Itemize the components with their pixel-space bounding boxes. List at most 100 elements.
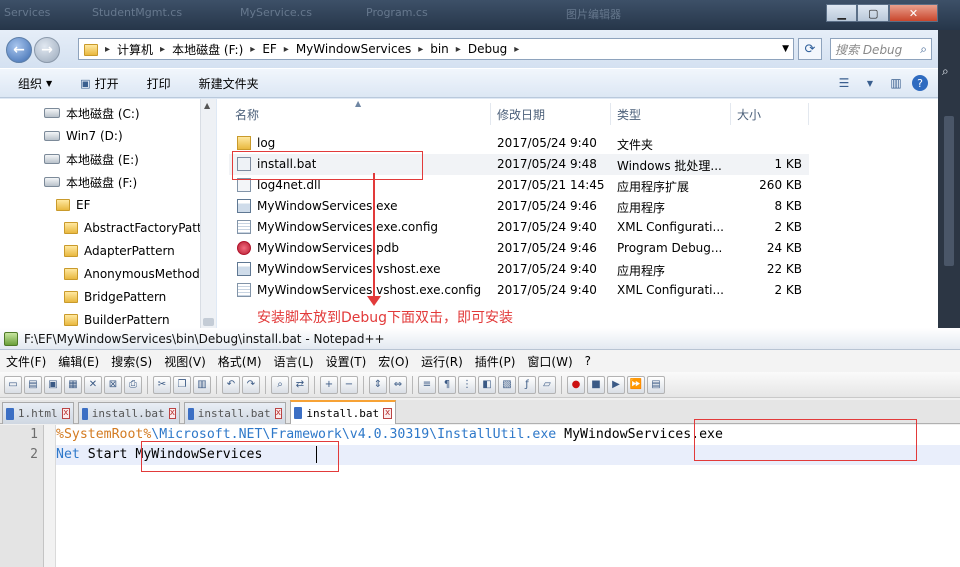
new-file-icon[interactable]: ▭ [4, 375, 22, 394]
view-options-icon[interactable]: ☰ [834, 74, 854, 92]
menu-window[interactable]: 窗口(W) [521, 353, 578, 370]
stop-macro-icon[interactable]: ■ [587, 375, 605, 394]
play-macro-icon[interactable]: ▶ [607, 375, 625, 394]
paste-icon[interactable]: ▥ [193, 375, 211, 394]
zoom-in-icon[interactable]: + [320, 375, 338, 394]
zoom-out-icon[interactable]: − [340, 375, 358, 394]
redo-icon[interactable]: ↷ [242, 375, 260, 394]
breadcrumb-item[interactable]: EF [257, 42, 281, 56]
close-all-icon[interactable]: ⊠ [104, 375, 122, 394]
file-row[interactable]: MyWindowServices.vshost.exe 2017/05/24 9… [229, 259, 809, 280]
address-bar[interactable]: ▸ 计算机 ▸ 本地磁盘 (F:) ▸ EF ▸ MyWindowService… [78, 38, 794, 60]
nav-item[interactable]: 本地磁盘 (F:) [44, 172, 137, 192]
chevron-down-icon[interactable]: ▼ [860, 74, 880, 92]
preview-pane-icon[interactable]: ▥ [886, 74, 906, 92]
language-icon[interactable]: ◧ [478, 375, 496, 394]
help-icon[interactable]: ? [912, 75, 928, 91]
menu-search[interactable]: 搜索(S) [105, 353, 158, 370]
close-file-icon[interactable]: ✕ [84, 375, 102, 394]
file-row[interactable]: MyWindowServices.pdb 2017/05/24 9:46 Pro… [229, 238, 809, 259]
nav-item[interactable]: EF [56, 195, 90, 215]
show-all-chars-icon[interactable]: ¶ [438, 375, 456, 394]
menu-edit[interactable]: 编辑(E) [52, 353, 105, 370]
file-row[interactable]: MyWindowServices.vshost.exe.config 2017/… [229, 280, 809, 301]
cut-icon[interactable]: ✂ [153, 375, 171, 394]
menu-help[interactable]: ? [579, 354, 597, 368]
breadcrumb-item[interactable]: 计算机 [112, 41, 158, 58]
scroll-thumb[interactable] [203, 318, 214, 326]
doc-map-icon[interactable]: ▧ [498, 375, 516, 394]
document-tab[interactable]: 1.html x [2, 402, 74, 424]
menu-file[interactable]: 文件(F) [0, 353, 52, 370]
menu-settings[interactable]: 设置(T) [320, 353, 373, 370]
save-all-icon[interactable]: ▦ [64, 375, 82, 394]
close-tab-icon[interactable]: x [274, 408, 282, 419]
function-list-icon[interactable]: ƒ [518, 375, 536, 394]
sync-vertical-icon[interactable]: ⇕ [369, 375, 387, 394]
chevron-right-icon[interactable]: ▸ [248, 44, 257, 55]
forward-button[interactable]: → [34, 37, 60, 63]
breadcrumb-item[interactable]: bin [425, 42, 454, 56]
column-header-type[interactable]: 类型 [611, 103, 731, 125]
document-tab[interactable]: install.bat x [78, 402, 180, 424]
menu-plugins[interactable]: 插件(P) [469, 353, 522, 370]
nav-item[interactable]: BridgePattern [64, 287, 166, 307]
breadcrumb-item[interactable]: 本地磁盘 (F:) [167, 41, 248, 58]
replace-icon[interactable]: ⇄ [291, 375, 309, 394]
breadcrumb-item[interactable]: Debug [463, 42, 512, 56]
back-button[interactable]: ← [6, 37, 32, 63]
menu-run[interactable]: 运行(R) [415, 353, 469, 370]
menu-language[interactable]: 语言(L) [268, 353, 320, 370]
save-macro-icon[interactable]: ▤ [647, 375, 665, 394]
maximize-button[interactable]: ▢ [857, 4, 889, 22]
close-tab-icon[interactable]: x [61, 408, 70, 419]
nav-item[interactable]: AnonymousMethod [64, 264, 200, 284]
scroll-thumb[interactable] [944, 116, 954, 266]
save-icon[interactable]: ▣ [44, 375, 62, 394]
document-tab[interactable]: install.bat x [184, 402, 286, 424]
organize-button[interactable]: 组织 ▼ [8, 75, 62, 92]
indent-guide-icon[interactable]: ⋮ [458, 375, 476, 394]
nav-item[interactable]: BuilderPattern [64, 310, 170, 328]
nav-item[interactable]: AbstractFactoryPatte [64, 218, 209, 238]
word-wrap-icon[interactable]: ≡ [418, 375, 436, 394]
refresh-button[interactable]: ⟳ [798, 38, 822, 60]
search-input[interactable]: 搜索 Debug ⌕ [830, 38, 932, 60]
play-multiple-icon[interactable]: ⏩ [627, 375, 645, 394]
open-file-icon[interactable]: ▤ [24, 375, 42, 394]
file-row[interactable]: MyWindowServices.exe.config 2017/05/24 9… [229, 217, 809, 238]
menu-macro[interactable]: 宏(O) [372, 353, 415, 370]
breadcrumb-item[interactable]: MyWindowServices [291, 42, 416, 56]
navigation-scrollbar[interactable]: ▲ [200, 99, 216, 328]
background-scrollbar[interactable]: ⌕ [938, 30, 960, 328]
column-header-date[interactable]: 修改日期 [491, 103, 611, 125]
new-folder-button[interactable]: 新建文件夹 [189, 75, 269, 92]
minimize-button[interactable]: ▁ [826, 4, 858, 22]
open-button[interactable]: ▣ 打开 [70, 75, 128, 92]
folder-workspace-icon[interactable]: ▱ [538, 375, 556, 394]
close-tab-icon[interactable]: x [168, 408, 176, 419]
print-icon[interactable]: ⎙ [124, 375, 142, 394]
sync-horizontal-icon[interactable]: ⇔ [389, 375, 407, 394]
column-header-size[interactable]: 大小 [731, 103, 809, 125]
menu-view[interactable]: 视图(V) [158, 353, 212, 370]
scroll-up-icon[interactable]: ▲ [204, 101, 210, 110]
nav-item[interactable]: 本地磁盘 (C:) [44, 103, 140, 123]
print-button[interactable]: 打印 [137, 75, 181, 92]
menu-format[interactable]: 格式(M) [212, 353, 268, 370]
document-tab-active[interactable]: install.bat x [290, 400, 396, 424]
nav-item[interactable]: 本地磁盘 (E:) [44, 149, 139, 169]
nav-item[interactable]: Win7 (D:) [44, 126, 123, 146]
chevron-right-icon[interactable]: ▸ [512, 44, 521, 55]
record-macro-icon[interactable]: ● [567, 375, 585, 394]
nav-item[interactable]: AdapterPattern [64, 241, 175, 261]
chevron-right-icon[interactable]: ▸ [282, 44, 291, 55]
chevron-right-icon[interactable]: ▸ [454, 44, 463, 55]
file-row[interactable]: MyWindowServices.exe 2017/05/24 9:46 应用程… [229, 196, 809, 217]
undo-icon[interactable]: ↶ [222, 375, 240, 394]
chevron-right-icon[interactable]: ▸ [158, 44, 167, 55]
code-editor[interactable]: 1 2 %SystemRoot%\Microsoft.NET\Framework… [0, 419, 960, 567]
chevron-down-icon[interactable]: ▼ [782, 44, 793, 54]
find-icon[interactable]: ⌕ [271, 375, 289, 394]
copy-icon[interactable]: ❐ [173, 375, 191, 394]
